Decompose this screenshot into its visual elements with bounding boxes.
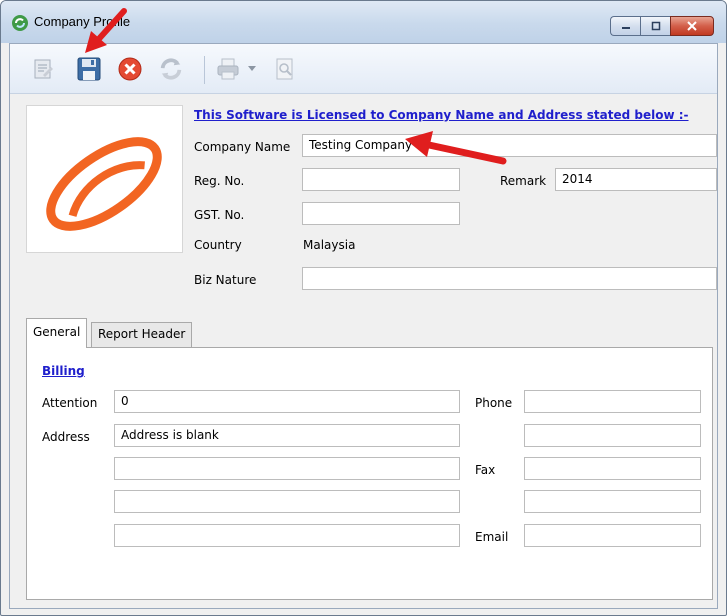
license-link[interactable]: This Software is Licensed to Company Nam… <box>194 108 689 122</box>
address-line-2-field[interactable] <box>114 457 460 480</box>
remark-label: Remark <box>500 174 547 188</box>
refresh-button[interactable] <box>158 56 184 82</box>
edit-note-icon <box>34 59 53 79</box>
print-preview-icon <box>276 58 293 80</box>
gst-no-label: GST. No. <box>194 208 245 222</box>
printer-icon <box>217 58 239 80</box>
edit-button[interactable] <box>30 56 56 82</box>
company-name-field[interactable]: Testing Company <box>302 134 717 157</box>
tab-general[interactable]: General <box>26 318 88 348</box>
gst-no-field[interactable] <box>302 202 460 225</box>
company-profile-window: Company Profile This Software is License… <box>0 0 727 616</box>
save-floppy-icon <box>77 57 101 81</box>
phone-field-2[interactable] <box>524 424 701 447</box>
maximize-button[interactable] <box>640 16 670 36</box>
fax-field-2[interactable] <box>524 490 701 513</box>
maximize-icon <box>651 21 660 31</box>
fax-label: Fax <box>475 463 496 477</box>
biz-nature-label: Biz Nature <box>194 273 257 287</box>
company-logo-mark <box>46 137 162 231</box>
refresh-icon <box>160 58 182 80</box>
fax-field-1[interactable] <box>524 457 701 480</box>
window-controls <box>610 16 714 36</box>
close-button[interactable] <box>670 16 714 36</box>
billing-heading-link[interactable]: Billing <box>42 364 85 378</box>
address-line-1-field[interactable]: Address is blank <box>114 424 460 447</box>
phone-field-1[interactable] <box>524 390 701 413</box>
address-line-4-field[interactable] <box>114 524 460 547</box>
window-title: Company Profile <box>34 14 131 29</box>
attention-field[interactable]: 0 <box>114 390 460 413</box>
print-preview-button[interactable] <box>272 56 298 82</box>
title-bar[interactable]: Company Profile <box>1 1 726 43</box>
email-field[interactable] <box>524 524 701 547</box>
remark-field[interactable]: 2014 <box>555 168 717 191</box>
email-label: Email <box>475 530 509 544</box>
biz-nature-field[interactable] <box>302 267 717 290</box>
address-line-3-field[interactable] <box>114 490 460 513</box>
company-logo <box>26 105 183 253</box>
company-name-label: Company Name <box>194 140 291 154</box>
reg-no-label: Reg. No. <box>194 174 245 188</box>
country-value: Malaysia <box>303 238 356 252</box>
chevron-down-icon <box>248 66 256 71</box>
toolbar <box>10 44 717 94</box>
tab-report-header[interactable]: Report Header <box>91 322 193 347</box>
print-dropdown-button[interactable] <box>245 56 259 82</box>
app-recycle-icon <box>12 15 28 31</box>
save-button[interactable] <box>76 56 102 82</box>
minimize-icon <box>621 27 630 29</box>
cancel-icon <box>118 57 142 81</box>
client-area: This Software is Licensed to Company Nam… <box>9 43 718 609</box>
reg-no-field[interactable] <box>302 168 460 191</box>
address-label: Address <box>42 430 90 444</box>
minimize-button[interactable] <box>610 16 640 36</box>
cancel-button[interactable] <box>117 56 143 82</box>
phone-label: Phone <box>475 396 513 410</box>
toolbar-separator <box>204 56 205 84</box>
print-button[interactable] <box>215 56 241 82</box>
attention-label: Attention <box>42 396 98 410</box>
close-icon <box>687 21 697 31</box>
country-label: Country <box>194 238 242 252</box>
